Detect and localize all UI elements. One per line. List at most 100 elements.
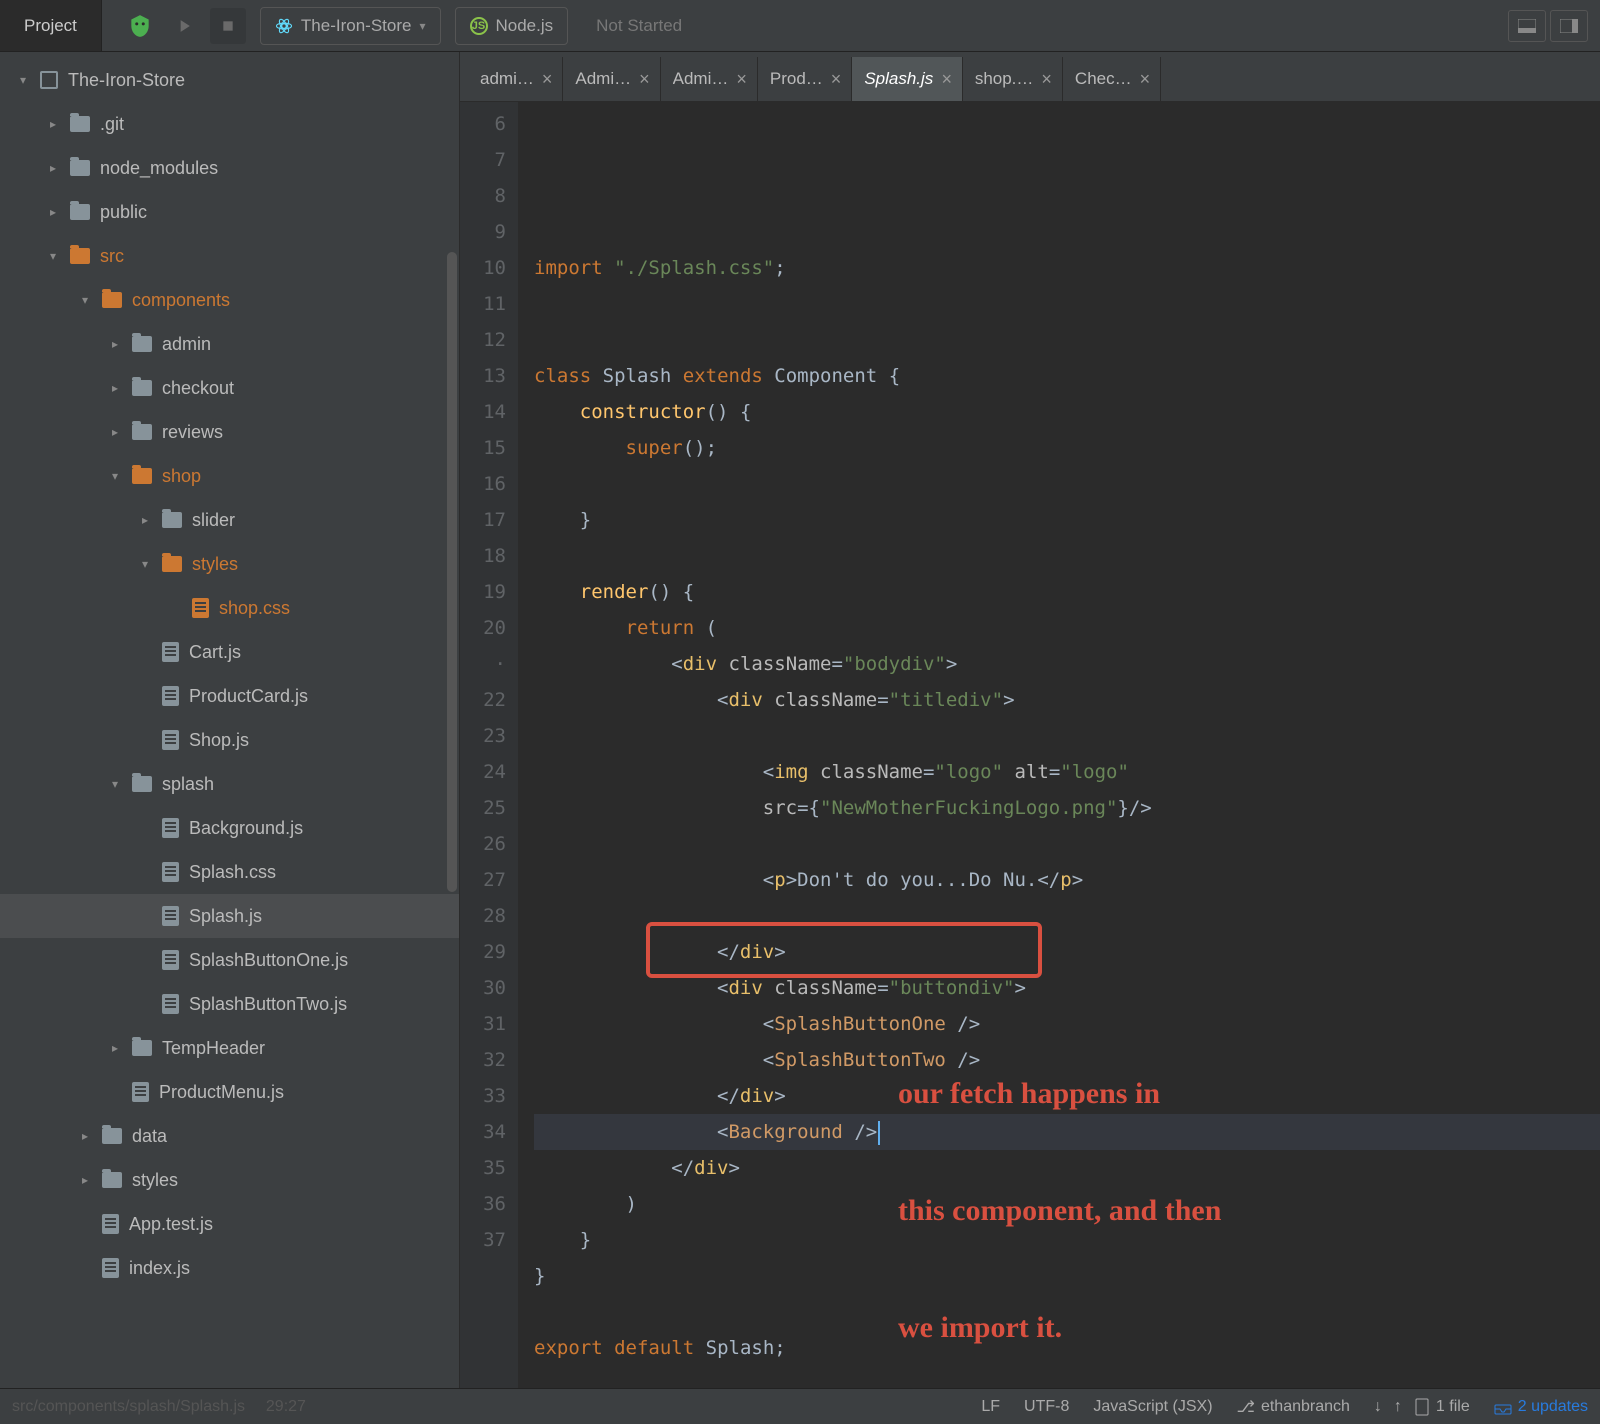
- tree-item-productcard-js[interactable]: ProductCard.js: [0, 674, 459, 718]
- code-line[interactable]: [534, 1366, 1600, 1388]
- chevron-right-icon[interactable]: [46, 161, 60, 175]
- code-editor[interactable]: 67891011121314151617181920·2223242526272…: [460, 102, 1600, 1388]
- code-line[interactable]: <img className="logo" alt="logo": [534, 754, 1600, 790]
- chevron-down-icon[interactable]: [16, 73, 30, 87]
- code-content[interactable]: our fetch happens in this component, and…: [518, 102, 1600, 1388]
- code-line[interactable]: [534, 538, 1600, 574]
- code-line[interactable]: </div>: [534, 1078, 1600, 1114]
- chevron-down-icon[interactable]: [46, 249, 60, 263]
- sidebar-scroll-thumb[interactable]: [447, 252, 457, 892]
- tree-item-app-test-js[interactable]: App.test.js: [0, 1202, 459, 1246]
- chevron-right-icon[interactable]: [46, 205, 60, 219]
- tree-item-styles[interactable]: styles: [0, 542, 459, 586]
- sidebar-scrollbar[interactable]: [447, 52, 457, 1388]
- code-line[interactable]: super();: [534, 430, 1600, 466]
- code-line[interactable]: [534, 898, 1600, 934]
- code-line[interactable]: [534, 286, 1600, 322]
- chevron-right-icon[interactable]: [138, 513, 152, 527]
- chevron-right-icon[interactable]: [78, 1173, 92, 1187]
- chevron-down-icon[interactable]: [108, 469, 122, 483]
- bug-icon[interactable]: [122, 8, 158, 44]
- project-panel-tab[interactable]: Project: [0, 0, 102, 51]
- tree-item-splashbuttontwo-js[interactable]: SplashButtonTwo.js: [0, 982, 459, 1026]
- tree-item-tempheader[interactable]: TempHeader: [0, 1026, 459, 1070]
- close-icon[interactable]: ×: [639, 69, 650, 90]
- status-git-branch[interactable]: ethanbranch: [1225, 1397, 1362, 1417]
- editor-tab[interactable]: shop.…×: [963, 57, 1063, 101]
- tree-item-shop-js[interactable]: Shop.js: [0, 718, 459, 762]
- editor-tab[interactable]: Splash.js×: [852, 57, 963, 101]
- tree-item-styles[interactable]: styles: [0, 1158, 459, 1202]
- code-line[interactable]: [534, 718, 1600, 754]
- code-line[interactable]: class Splash extends Component {: [534, 358, 1600, 394]
- status-vcs-incoming[interactable]: ↓: [1362, 1398, 1394, 1416]
- tree-item-shop[interactable]: shop: [0, 454, 459, 498]
- chevron-down-icon[interactable]: [108, 777, 122, 791]
- code-line[interactable]: [534, 322, 1600, 358]
- chevron-right-icon[interactable]: [108, 425, 122, 439]
- chevron-down-icon[interactable]: [78, 293, 92, 307]
- chevron-right-icon[interactable]: [78, 1129, 92, 1143]
- tree-item-data[interactable]: data: [0, 1114, 459, 1158]
- editor-tab[interactable]: Chec…×: [1063, 57, 1161, 101]
- close-icon[interactable]: ×: [1041, 69, 1052, 90]
- code-line[interactable]: <div className="buttondiv">: [534, 970, 1600, 1006]
- close-icon[interactable]: ×: [831, 69, 842, 90]
- code-line[interactable]: <p>Don't do you...Do Nu.</p>: [534, 862, 1600, 898]
- chevron-down-icon[interactable]: [138, 557, 152, 571]
- tree-item-public[interactable]: public: [0, 190, 459, 234]
- code-line[interactable]: src={"NewMotherFuckingLogo.png"}/>: [534, 790, 1600, 826]
- tree-item-background-js[interactable]: Background.js: [0, 806, 459, 850]
- editor-tab[interactable]: Prod…×: [758, 57, 852, 101]
- chevron-right-icon[interactable]: [108, 337, 122, 351]
- run-config-selector-1[interactable]: The-Iron-Store ▾: [260, 7, 441, 45]
- code-line[interactable]: import "./Splash.css";: [534, 250, 1600, 286]
- tree-item-index-js[interactable]: index.js: [0, 1246, 459, 1290]
- editor-tab[interactable]: Admi…×: [563, 57, 660, 101]
- code-line[interactable]: <div className="titlediv">: [534, 682, 1600, 718]
- project-tree[interactable]: The-Iron-Store .gitnode_modulespublicsrc…: [0, 52, 460, 1388]
- code-line[interactable]: constructor() {: [534, 394, 1600, 430]
- tree-item-slider[interactable]: slider: [0, 498, 459, 542]
- code-line[interactable]: }: [534, 1258, 1600, 1294]
- code-line[interactable]: <SplashButtonOne />: [534, 1006, 1600, 1042]
- layout-split-right-button[interactable]: [1550, 10, 1588, 42]
- code-line[interactable]: export default Splash;: [534, 1330, 1600, 1366]
- code-line[interactable]: [534, 826, 1600, 862]
- layout-split-bottom-button[interactable]: [1508, 10, 1546, 42]
- code-line[interactable]: [534, 1294, 1600, 1330]
- code-line[interactable]: ): [534, 1186, 1600, 1222]
- code-line[interactable]: }: [534, 502, 1600, 538]
- tree-item-splashbuttonone-js[interactable]: SplashButtonOne.js: [0, 938, 459, 982]
- code-line[interactable]: return (: [534, 610, 1600, 646]
- editor-tab[interactable]: admi…×: [468, 57, 563, 101]
- close-icon[interactable]: ×: [736, 69, 747, 90]
- tree-item-shop-css[interactable]: shop.css: [0, 586, 459, 630]
- code-line[interactable]: <SplashButtonTwo />: [534, 1042, 1600, 1078]
- close-icon[interactable]: ×: [941, 69, 952, 90]
- tree-item-admin[interactable]: admin: [0, 322, 459, 366]
- tree-item-src[interactable]: src: [0, 234, 459, 278]
- code-line[interactable]: <Background />: [534, 1114, 1600, 1150]
- status-changed-files[interactable]: 1 file: [1402, 1398, 1482, 1416]
- tree-item-node-modules[interactable]: node_modules: [0, 146, 459, 190]
- code-line[interactable]: <div className="bodydiv">: [534, 646, 1600, 682]
- status-language[interactable]: JavaScript (JSX): [1081, 1398, 1224, 1416]
- tree-item--git[interactable]: .git: [0, 102, 459, 146]
- tree-item-cart-js[interactable]: Cart.js: [0, 630, 459, 674]
- tree-root[interactable]: The-Iron-Store: [0, 58, 459, 102]
- code-line[interactable]: render() {: [534, 574, 1600, 610]
- stop-button[interactable]: [210, 8, 246, 44]
- editor-tab[interactable]: Admi…×: [661, 57, 758, 101]
- chevron-right-icon[interactable]: [108, 381, 122, 395]
- code-line[interactable]: }: [534, 1222, 1600, 1258]
- code-line[interactable]: </div>: [534, 1150, 1600, 1186]
- status-updates[interactable]: 2 updates: [1482, 1398, 1600, 1416]
- chevron-right-icon[interactable]: [108, 1041, 122, 1055]
- status-line-ending[interactable]: LF: [969, 1398, 1012, 1416]
- tree-item-splash-css[interactable]: Splash.css: [0, 850, 459, 894]
- tree-item-checkout[interactable]: checkout: [0, 366, 459, 410]
- status-encoding[interactable]: UTF-8: [1012, 1398, 1081, 1416]
- run-button[interactable]: [166, 8, 202, 44]
- tree-item-splash-js[interactable]: Splash.js: [0, 894, 459, 938]
